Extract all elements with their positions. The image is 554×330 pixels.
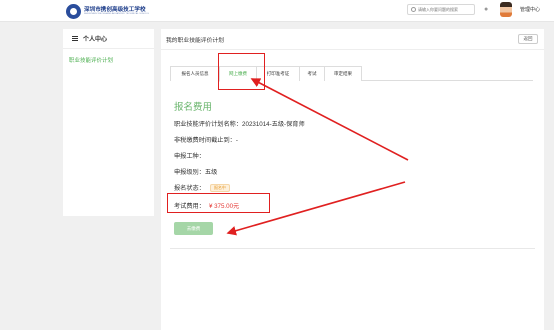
job-type: 申报工种： [174, 153, 205, 160]
tab-online-payment[interactable]: 网上缴费 [219, 66, 257, 82]
tab-bar: 报名人员信息 网上缴费 打印准考证 考试 审定结果 [170, 66, 533, 82]
search-icon[interactable] [411, 7, 416, 12]
status-row: 报名状态： 报名中 [174, 183, 230, 192]
status-badge: 报名中 [209, 184, 230, 192]
fee-label: 考试费用： [174, 203, 205, 210]
tab-applicant-info[interactable]: 报名人员信息 [170, 66, 220, 81]
main-panel: 我的职业技能评价计划 返回 报名人员信息 网上缴费 打印准考证 考试 审定结果 … [161, 29, 544, 330]
sidebar: 个人中心 职业技能评价计划 [63, 29, 154, 216]
page-title: 我的职业技能评价计划 [161, 29, 544, 50]
avatar[interactable] [500, 2, 512, 17]
fee-amount: ¥ 375.00元 [208, 203, 240, 210]
plan-name: 职业技能评价计划名称：20231014-五级-保育师 [174, 121, 305, 128]
fee-row: 考试费用： ¥ 375.00元 [174, 201, 239, 210]
school-logo[interactable]: 深圳市携创高级技工学校 SHENZHEN XIECHUANG ADVANCED … [66, 3, 149, 19]
tab-exam[interactable]: 考试 [299, 66, 325, 81]
tab-review-result[interactable]: 审定结果 [324, 66, 362, 81]
status-label: 报名状态： [174, 185, 205, 192]
sidebar-header: 个人中心 [63, 29, 154, 49]
logo-title: 深圳市携创高级技工学校 [84, 6, 146, 13]
section-title: 报名费用 [174, 102, 213, 113]
top-header: 深圳市携创高级技工学校 SHENZHEN XIECHUANG ADVANCED … [0, 0, 554, 22]
sidebar-item-skill-plan[interactable]: 职业技能评价计划 [63, 49, 154, 64]
apply-level: 申报级别：五级 [174, 169, 218, 176]
tab-print-admission[interactable]: 打印准考证 [256, 66, 300, 81]
user-menu-link[interactable]: 管理中心 [520, 6, 540, 13]
sidebar-title: 个人中心 [83, 37, 108, 43]
pay-button[interactable]: 去缴费 [174, 222, 213, 235]
logo-emblem-icon [66, 3, 81, 19]
bell-icon[interactable]: ● [484, 5, 488, 14]
logo-subtitle: SHENZHEN XIECHUANG ADVANCED TECHNICAL SC… [84, 12, 150, 15]
menu-icon [72, 36, 78, 41]
back-button[interactable]: 返回 [518, 34, 538, 44]
divider [170, 248, 535, 249]
payment-deadline: 非税缴费时间截止到：- [174, 137, 238, 144]
search-input[interactable] [418, 7, 474, 12]
search-box[interactable] [407, 4, 475, 15]
